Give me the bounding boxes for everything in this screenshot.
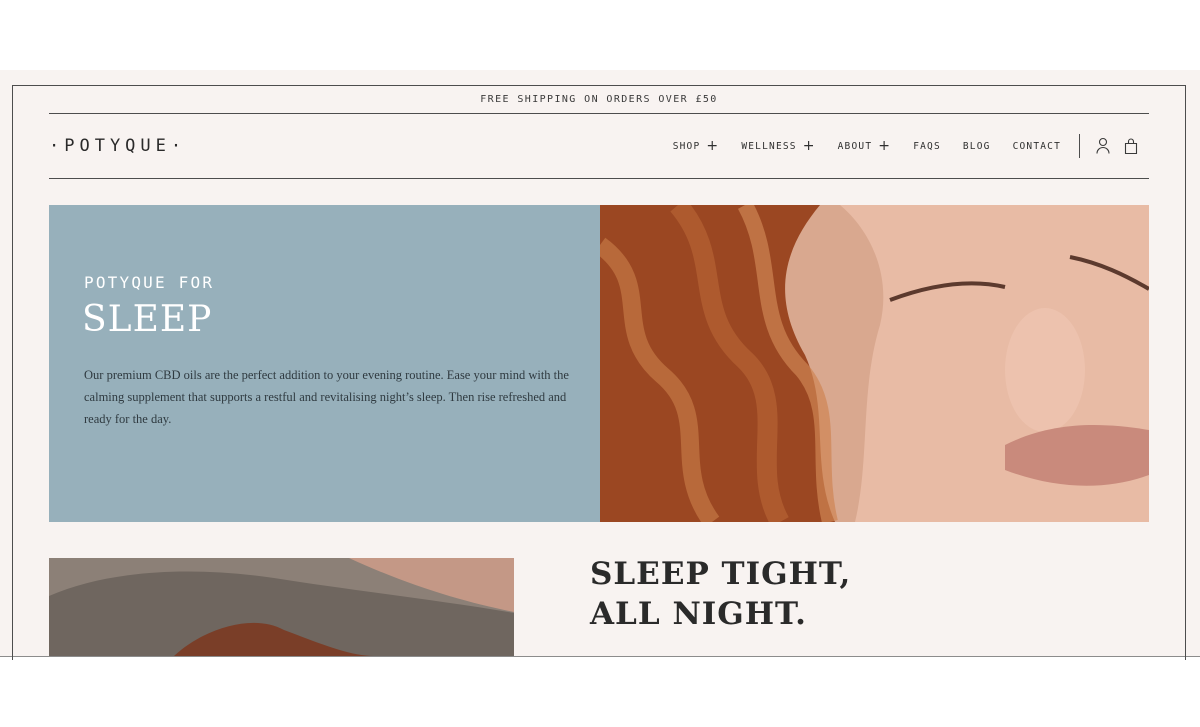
nav-contact[interactable]: CONTACT: [1013, 138, 1061, 154]
section-heading: SLEEP TIGHT, ALL NIGHT.: [590, 554, 1010, 634]
nav-divider: [1079, 134, 1080, 158]
nav-shop[interactable]: SHOP +: [673, 138, 720, 154]
main-navigation: SHOP + WELLNESS + ABOUT + FAQS BLOG CONT…: [651, 138, 1061, 154]
hero-title: SLEEP: [82, 299, 213, 340]
hero-section: POTYQUE FOR SLEEP Our premium CBD oils a…: [49, 205, 1149, 522]
hero-text-panel: POTYQUE FOR SLEEP Our premium CBD oils a…: [49, 205, 600, 522]
nav-wellness[interactable]: WELLNESS +: [741, 138, 815, 154]
nav-shop-label: SHOP: [672, 140, 701, 152]
nav-wellness-label: WELLNESS: [741, 140, 797, 152]
site-header: ·POTYQUE· SHOP + WELLNESS + ABOUT + FAQS…: [49, 114, 1149, 179]
nav-about-label: ABOUT: [837, 140, 873, 152]
nav-faqs[interactable]: FAQS: [913, 138, 941, 154]
site-logo[interactable]: ·POTYQUE·: [49, 136, 186, 156]
nav-about[interactable]: ABOUT +: [838, 138, 892, 154]
bag-icon[interactable]: [1123, 137, 1139, 155]
announcement-bar: FREE SHIPPING ON ORDERS OVER £50: [49, 86, 1149, 114]
plus-icon: +: [878, 138, 892, 154]
nav-blog[interactable]: BLOG: [963, 138, 991, 154]
plus-icon: +: [802, 138, 816, 154]
hero-description: Our premium CBD oils are the perfect add…: [84, 368, 569, 426]
section-heading-line-2: ALL NIGHT.: [590, 596, 807, 632]
account-icon[interactable]: [1095, 137, 1111, 155]
hero-photo: [600, 205, 1149, 522]
plus-icon: +: [706, 138, 720, 154]
page-frame: FREE SHIPPING ON ORDERS OVER £50 ·POTYQU…: [0, 70, 1200, 660]
bottom-photo: [49, 558, 514, 656]
hero-kicker: POTYQUE FOR: [84, 273, 215, 292]
section-heading-line-1: SLEEP TIGHT,: [590, 556, 852, 592]
